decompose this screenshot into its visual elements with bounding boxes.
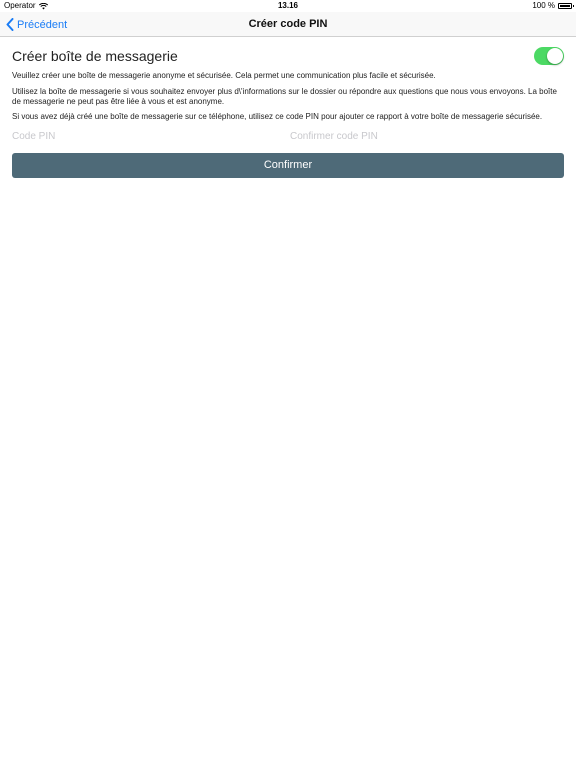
status-time: 13.16 [277,1,299,10]
mailbox-section: Créer boîte de messagerie Veuillez créer… [12,46,564,178]
intro-paragraph: Veuillez créer une boîte de messagerie a… [12,71,436,80]
section-heading: Créer boîte de messagerie [12,48,178,64]
status-bar: Operator 13.16 100 % [0,0,576,12]
pin-input[interactable] [12,128,282,144]
toggle-knob [547,48,563,64]
page-title: Créer code PIN [248,18,328,30]
mailbox-toggle[interactable] [534,47,564,65]
battery-icon [558,3,574,9]
status-right: 100 % [532,0,574,12]
usage-paragraph: Utilisez la boîte de messagerie si vous … [12,87,557,106]
confirm-pin-input[interactable] [290,128,564,144]
section-header: Créer boîte de messagerie [12,46,564,66]
existing-mailbox-paragraph: Si vous avez déjà créé une boîte de mess… [12,112,543,121]
pin-fields [12,128,564,144]
confirm-button[interactable]: Confirmer [12,153,564,178]
battery-percent: 100 % [532,1,555,10]
navigation-bar: Précédent Créer code PIN [0,12,576,37]
